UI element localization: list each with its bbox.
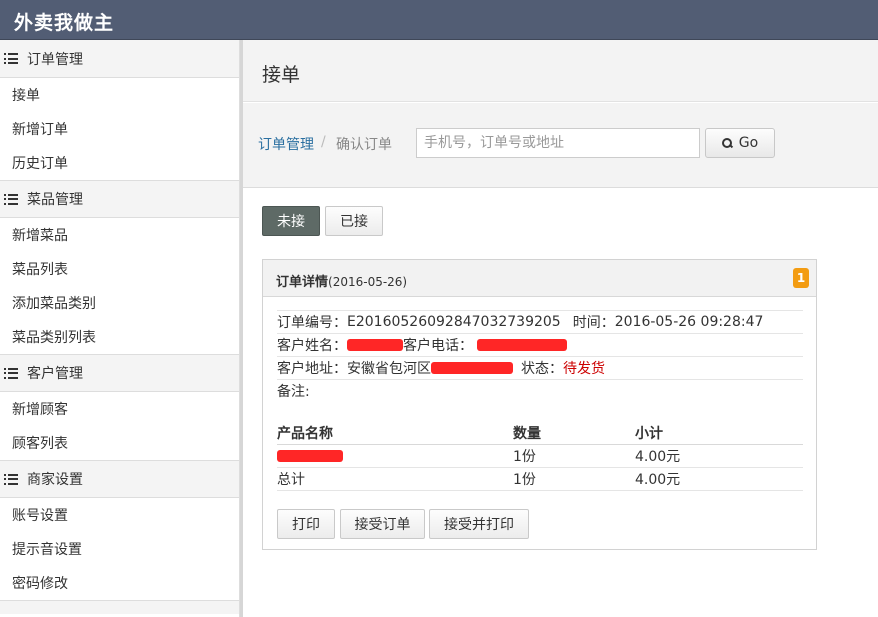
order-time-label: 时间： xyxy=(572,315,615,331)
column-quantity: 数量 xyxy=(513,422,635,445)
list-icon xyxy=(4,193,18,205)
order-number-line: 订单编号： E20160526092847032739205 时间： 2016-… xyxy=(277,310,803,333)
sidebar-item-add-category[interactable]: 添加菜品类别 xyxy=(0,286,239,320)
order-number: E20160526092847032739205 xyxy=(347,314,561,330)
list-icon xyxy=(4,367,18,379)
sidebar-item-new-dish[interactable]: 新增菜品 xyxy=(0,218,239,252)
order-status: 待发货 xyxy=(563,361,605,377)
subtotal-cell: 4.00元 xyxy=(635,444,803,468)
sidebar-footer xyxy=(0,600,239,614)
order-items-table: 产品名称 数量 小计 1份 4.00元 总计 1份 4.00元 xyxy=(277,422,803,491)
main-content: 接单 订单管理 / 确认订单 Go 未接 已接 订单详情(2016-05-26)… xyxy=(243,40,878,617)
product-name-cell xyxy=(277,444,513,468)
sidebar-item-change-password[interactable]: 密码修改 xyxy=(0,566,239,600)
total-quantity-cell: 1份 xyxy=(513,467,635,491)
page-header: 接单 xyxy=(243,40,878,102)
sidebar-item-order-history[interactable]: 历史订单 xyxy=(0,146,239,180)
order-time: 2016-05-26 09:28:47 xyxy=(614,314,764,330)
print-button[interactable]: 打印 xyxy=(277,509,335,539)
tab-accepted[interactable]: 已接 xyxy=(325,206,383,236)
order-detail-panel: 订单详情(2016-05-26) 1 订单编号： E20160526092847… xyxy=(262,259,817,550)
redacted-customer-name xyxy=(347,339,403,351)
sidebar-item-accept-orders[interactable]: 接单 xyxy=(0,78,239,112)
sidebar-item-dish-list[interactable]: 菜品列表 xyxy=(0,252,239,286)
order-panel-title: 订单详情(2016-05-26) xyxy=(276,271,407,290)
total-amount-cell: 4.00元 xyxy=(635,467,803,491)
sidebar-item-category-list[interactable]: 菜品类别列表 xyxy=(0,320,239,354)
breadcrumb-current: 确认订单 xyxy=(336,137,392,153)
sidebar-group-label: 商家设置 xyxy=(27,472,83,488)
list-icon xyxy=(4,53,18,64)
redacted-address-detail xyxy=(431,362,513,374)
search-icon xyxy=(721,138,732,148)
redacted-customer-phone xyxy=(477,339,567,351)
customer-address: 安徽省包河区 xyxy=(347,361,431,377)
order-note-label: 备注: xyxy=(277,384,310,400)
sidebar-group-customers[interactable]: 客户管理 xyxy=(0,354,239,392)
customer-name-label: 客户姓名： xyxy=(277,338,347,354)
sidebar-item-sound-settings[interactable]: 提示音设置 xyxy=(0,532,239,566)
quantity-cell: 1份 xyxy=(513,444,635,468)
search-input[interactable] xyxy=(416,128,700,158)
breadcrumb: 订单管理 / 确认订单 Go xyxy=(243,103,878,188)
order-note-line: 备注: xyxy=(277,379,803,402)
sidebar-item-account-settings[interactable]: 账号设置 xyxy=(0,498,239,532)
page-title: 接单 xyxy=(262,64,301,86)
table-total-row: 总计 1份 4.00元 xyxy=(277,467,803,491)
column-subtotal: 小计 xyxy=(635,422,803,445)
customer-address-line: 客户地址： 安徽省包河区 状态： 待发货 xyxy=(277,356,803,379)
redacted-product-name xyxy=(277,449,343,462)
accept-order-button[interactable]: 接受订单 xyxy=(340,509,425,539)
sidebar-group-orders[interactable]: 订单管理 xyxy=(0,40,239,78)
breadcrumb-separator: / xyxy=(321,134,326,150)
customer-address-label: 客户地址： xyxy=(277,361,347,377)
table-row: 1份 4.00元 xyxy=(277,444,803,468)
order-number-label: 订单编号： xyxy=(277,315,347,331)
column-product-name: 产品名称 xyxy=(277,422,513,445)
tab-unaccepted[interactable]: 未接 xyxy=(262,206,320,236)
order-panel-title-text: 订单详情 xyxy=(276,275,329,290)
sidebar-group-label: 订单管理 xyxy=(27,51,83,68)
sidebar-group-label: 客户管理 xyxy=(27,366,83,382)
table-header-row: 产品名称 数量 小计 xyxy=(277,422,803,445)
sidebar-group-merchant-settings[interactable]: 商家设置 xyxy=(0,460,239,498)
order-panel-header: 订单详情(2016-05-26) 1 xyxy=(263,260,816,297)
top-navbar: 外卖我做主 xyxy=(0,0,878,40)
total-label-cell: 总计 xyxy=(277,467,513,491)
accept-and-print-button[interactable]: 接受并打印 xyxy=(429,509,529,539)
order-status-label: 状态： xyxy=(521,361,563,377)
app-title[interactable]: 外卖我做主 xyxy=(14,8,114,35)
sidebar: 订单管理 接单 新增订单 历史订单 菜品管理 新增菜品 菜品列表 添加菜品类别 … xyxy=(0,40,240,617)
breadcrumb-link-orders[interactable]: 订单管理 xyxy=(258,134,314,154)
list-icon xyxy=(4,473,18,485)
order-count-badge: 1 xyxy=(793,268,809,288)
sidebar-item-new-customer[interactable]: 新增顾客 xyxy=(0,392,239,426)
order-panel-date: (2016-05-26) xyxy=(328,275,408,289)
customer-phone-label: 客户电话： xyxy=(403,338,473,354)
search-go-label: Go xyxy=(738,135,759,151)
sidebar-item-customer-list[interactable]: 顾客列表 xyxy=(0,426,239,460)
search-go-button[interactable]: Go xyxy=(705,128,775,158)
sidebar-group-dishes[interactable]: 菜品管理 xyxy=(0,180,239,218)
sidebar-item-new-order[interactable]: 新增订单 xyxy=(0,112,239,146)
sidebar-group-label: 菜品管理 xyxy=(27,192,83,208)
customer-name-line: 客户姓名： 客户电话： xyxy=(277,333,803,356)
